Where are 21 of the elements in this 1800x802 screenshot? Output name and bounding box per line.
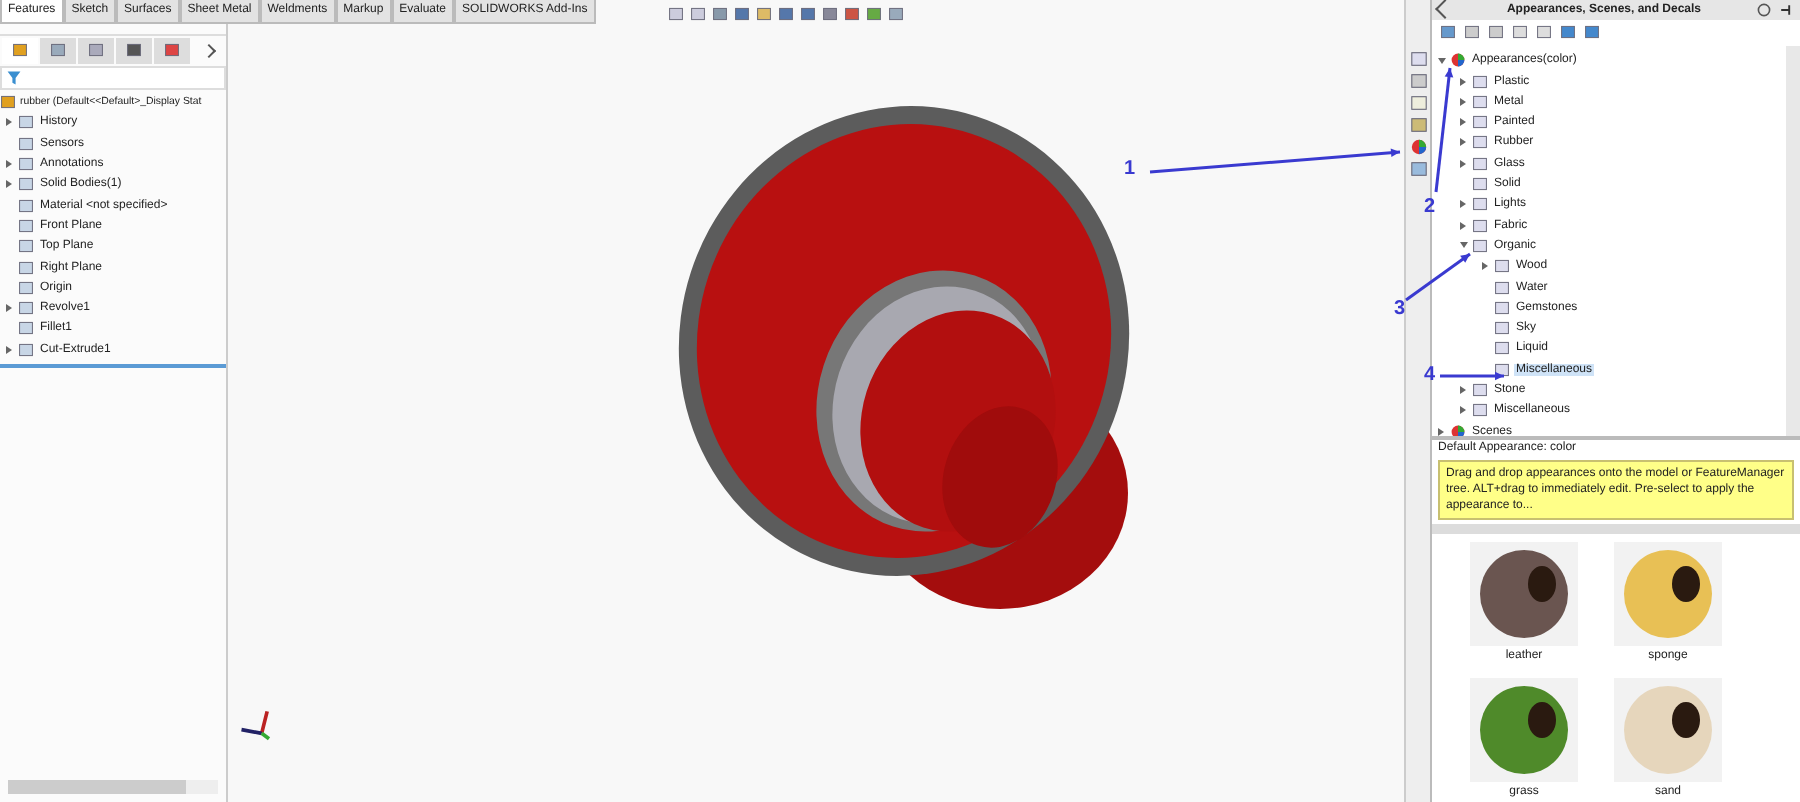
vertical-scrollbar[interactable]	[1786, 46, 1800, 437]
funnel-icon[interactable]	[6, 70, 22, 86]
horizontal-scrollbar[interactable]	[8, 780, 218, 794]
pin-icon[interactable]	[1778, 1, 1794, 18]
filter-field[interactable]	[0, 66, 226, 90]
expand-arrow-icon[interactable]	[4, 117, 14, 128]
settings-icon[interactable]	[1756, 1, 1772, 18]
callout-number: 1	[1124, 160, 1136, 180]
callout-number: 4	[1424, 366, 1436, 386]
splitter-grip[interactable]	[1432, 524, 1800, 534]
callout-arrow	[1434, 370, 1510, 382]
collapse-arrow-icon[interactable]	[1436, 55, 1446, 66]
collapse-arrow-icon[interactable]	[1458, 240, 1468, 251]
expand-arrow-icon[interactable]	[4, 303, 14, 314]
callout-number: 3	[1394, 300, 1406, 320]
expand-arrow-icon[interactable]	[1436, 426, 1446, 437]
callout-arrow	[1430, 62, 1456, 198]
callout-number: 2	[1424, 198, 1436, 218]
expand-arrow-icon[interactable]	[1480, 261, 1490, 272]
color-sphere-icon	[1450, 52, 1466, 69]
expand-arrow-icon[interactable]	[4, 344, 14, 355]
